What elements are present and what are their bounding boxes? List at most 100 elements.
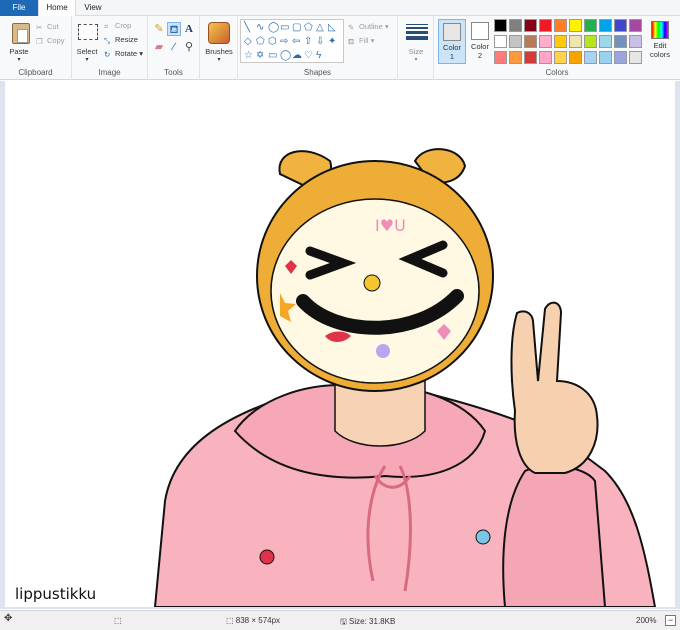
palette-swatch[interactable]: [509, 19, 522, 32]
drawing-canvas[interactable]: I♥U lippustikku: [5, 81, 675, 607]
brushes-button[interactable]: Brushes ▾: [200, 18, 238, 64]
color-picker-icon[interactable]: ⁄: [167, 40, 181, 54]
palette-swatch[interactable]: [569, 35, 582, 48]
file-size: 🖫 Size: 31.8KB: [340, 616, 395, 630]
lightning-shape-icon[interactable]: ϟ: [316, 51, 321, 61]
color-spectrum-icon: [651, 21, 669, 39]
cut-button[interactable]: ✂ Cut: [36, 22, 59, 32]
palette-swatch[interactable]: [614, 19, 627, 32]
palette-swatch[interactable]: [494, 19, 507, 32]
size-button[interactable]: Size ▾: [398, 18, 434, 64]
brush-icon: [208, 22, 230, 44]
text-tool-icon[interactable]: A: [182, 22, 196, 36]
edit-colors-label: Edit: [653, 41, 667, 50]
oval-shape-icon[interactable]: ◯: [268, 23, 279, 33]
palette-swatch[interactable]: [494, 51, 507, 64]
shapes-group: ╲ ∿ ◯ ▭ ▢ ⬠ △ ◺ ◇ ⬠ ⬡ ⇨ ⇦ ⇧ ⇩ ✦ ☆ ✡ ▭ ◯ …: [238, 16, 398, 80]
bee-sticker: [363, 274, 381, 292]
diamond-shape-icon[interactable]: ◇: [244, 37, 252, 47]
callout-oval-shape-icon[interactable]: ◯: [280, 51, 291, 61]
magnifier-icon[interactable]: ⚲: [182, 40, 196, 54]
palette-swatch[interactable]: [599, 19, 612, 32]
palette-swatch[interactable]: [584, 19, 597, 32]
i-love-u-sticker: I♥U: [375, 216, 406, 235]
palette-swatch[interactable]: [524, 19, 537, 32]
palette-swatch[interactable]: [524, 51, 537, 64]
zoom-out-button[interactable]: −: [665, 615, 676, 626]
select-label: Select: [76, 47, 98, 56]
curve-shape-icon[interactable]: ∿: [256, 23, 264, 33]
pencil-icon[interactable]: ✎: [152, 22, 166, 36]
palette-swatch[interactable]: [524, 35, 537, 48]
hexagon-shape-icon[interactable]: ⬡: [268, 37, 277, 47]
image-dimensions-value: 838 × 574px: [235, 616, 281, 625]
up-arrow-shape-icon[interactable]: ⇧: [304, 37, 312, 47]
triangle-shape-icon[interactable]: △: [316, 23, 324, 33]
tab-file[interactable]: File: [0, 0, 38, 16]
fill-button[interactable]: ⛾ Fill ▾: [348, 36, 374, 46]
palette-swatch[interactable]: [509, 51, 522, 64]
resize-icon: ⤡: [104, 36, 110, 45]
palette-swatch[interactable]: [554, 19, 567, 32]
rotate-button[interactable]: ↻ Rotate ▾: [104, 49, 143, 59]
palette-swatch[interactable]: [539, 35, 552, 48]
palette-swatch[interactable]: [569, 19, 582, 32]
rounded-rectangle-shape-icon[interactable]: ▢: [292, 23, 301, 33]
palette-swatch[interactable]: [629, 35, 642, 48]
pentagon-shape-icon[interactable]: ⬠: [256, 37, 265, 47]
palette-swatch[interactable]: [629, 51, 642, 64]
tab-view[interactable]: View: [76, 0, 110, 16]
outline-icon: ✎: [348, 23, 355, 32]
fill-bucket-icon[interactable]: ⛾: [167, 22, 181, 36]
file-size-value: Size: 31.8KB: [349, 617, 396, 626]
callout-rectangle-shape-icon[interactable]: ▭: [268, 51, 277, 61]
crop-button[interactable]: ⌗ Crop: [104, 21, 131, 31]
hoodie-dot-blue: [475, 529, 491, 545]
down-arrow-shape-icon[interactable]: ⇩: [316, 37, 324, 47]
color2-number: 2: [477, 51, 483, 60]
palette-swatch[interactable]: [494, 35, 507, 48]
workspace: I♥U lippustikku: [0, 81, 680, 609]
selection-size-icon: ⬚: [114, 616, 122, 625]
palette-swatch[interactable]: [539, 19, 552, 32]
palette-swatch[interactable]: [569, 51, 582, 64]
palette-swatch[interactable]: [599, 35, 612, 48]
tab-home[interactable]: Home: [38, 0, 76, 17]
copy-label: Copy: [47, 36, 65, 45]
color1-button[interactable]: Color 1: [438, 19, 466, 64]
color1-number: 1: [449, 52, 455, 61]
palette-swatch[interactable]: [554, 35, 567, 48]
four-point-star-shape-icon[interactable]: ✦: [328, 37, 336, 47]
left-arrow-shape-icon[interactable]: ⇦: [292, 37, 300, 47]
chevron-down-icon: ▾: [217, 57, 221, 63]
five-point-star-shape-icon[interactable]: ☆: [244, 51, 253, 61]
palette-swatch[interactable]: [539, 51, 552, 64]
outline-button[interactable]: ✎ Outline ▾: [348, 22, 389, 32]
paste-button[interactable]: Paste ▾: [2, 18, 36, 64]
palette-swatch[interactable]: [629, 19, 642, 32]
palette-swatch[interactable]: [509, 35, 522, 48]
palette-swatch[interactable]: [554, 51, 567, 64]
eraser-icon[interactable]: ▰: [152, 40, 166, 54]
scissors-icon: ✂: [36, 23, 43, 32]
palette-swatch[interactable]: [614, 51, 627, 64]
right-arrow-shape-icon[interactable]: ⇨: [280, 37, 288, 47]
edit-colors-button[interactable]: Edit colors: [644, 19, 676, 75]
palette-swatch[interactable]: [584, 35, 597, 48]
palette-swatch[interactable]: [614, 35, 627, 48]
right-triangle-shape-icon[interactable]: ◺: [328, 23, 336, 33]
rectangle-shape-icon[interactable]: ▭: [280, 23, 289, 33]
select-button[interactable]: Select ▾: [72, 18, 102, 64]
brushes-label: Brushes: [205, 47, 233, 56]
six-point-star-shape-icon[interactable]: ✡: [256, 51, 264, 61]
callout-cloud-shape-icon[interactable]: ☁: [292, 51, 302, 61]
polygon-shape-icon[interactable]: ⬠: [304, 23, 313, 33]
color2-button[interactable]: Color 2: [466, 19, 494, 64]
palette-swatch[interactable]: [599, 51, 612, 64]
heart-shape-icon[interactable]: ♡: [304, 51, 313, 61]
line-shape-icon[interactable]: ╲: [244, 23, 250, 33]
resize-button[interactable]: ⤡ Resize: [104, 35, 138, 45]
shapes-gallery[interactable]: ╲ ∿ ◯ ▭ ▢ ⬠ △ ◺ ◇ ⬠ ⬡ ⇨ ⇦ ⇧ ⇩ ✦ ☆ ✡ ▭ ◯ …: [240, 19, 344, 63]
copy-button[interactable]: ❐ Copy: [36, 36, 65, 46]
palette-swatch[interactable]: [584, 51, 597, 64]
